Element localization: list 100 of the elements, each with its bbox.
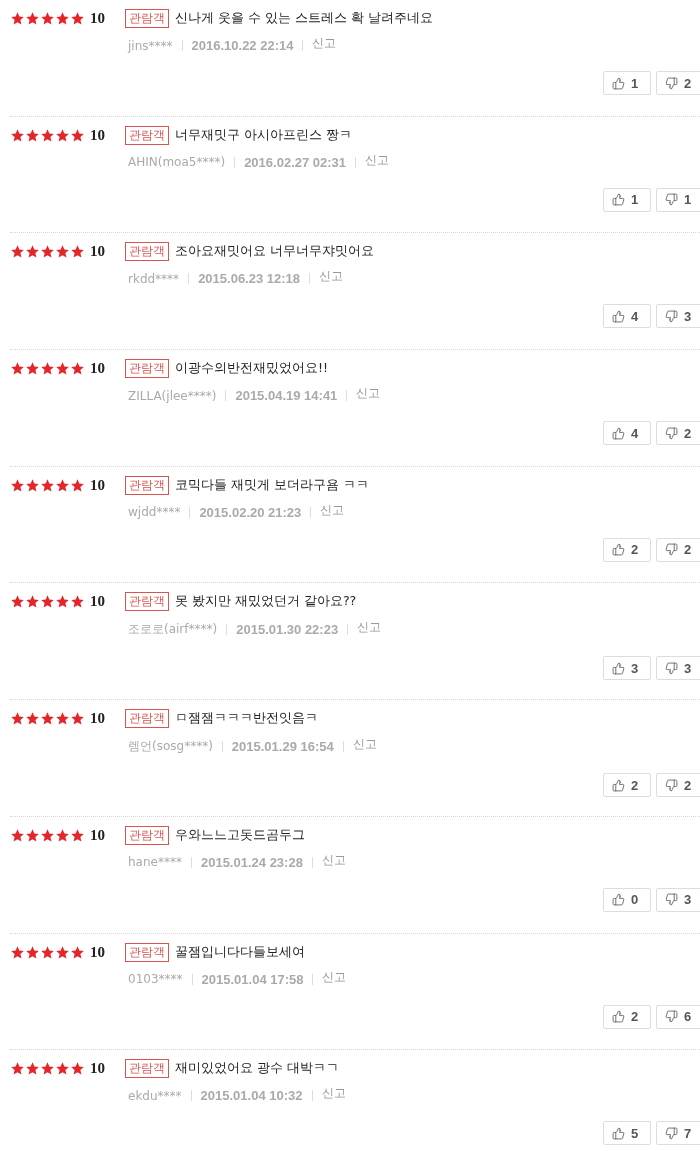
review-text: 코믹다들 재밋게 보더라구욤 ㅋㅋ xyxy=(175,476,369,494)
like-button[interactable]: 2 xyxy=(603,1004,651,1029)
star-icon xyxy=(25,127,40,143)
rating-score: 10 xyxy=(90,1060,106,1078)
viewer-badge: 관람객 xyxy=(125,125,169,145)
thumbs-down-icon xyxy=(665,1010,678,1023)
review-text: 꿀잼입니다다들보세여 xyxy=(175,943,305,961)
thumbs-down-icon xyxy=(665,543,678,557)
like-button[interactable]: 4 xyxy=(603,421,651,446)
star-icon xyxy=(40,827,55,843)
star-icon xyxy=(25,944,40,960)
rating-score: 10 xyxy=(90,126,106,144)
star-icon xyxy=(70,361,85,377)
review-date: 2015.01.29 16:54 xyxy=(231,739,334,755)
thumbs-up-icon xyxy=(612,1126,625,1140)
star-icon xyxy=(55,361,70,377)
star-icon xyxy=(25,477,40,493)
star-icon xyxy=(10,11,25,26)
thumbs-down-icon xyxy=(665,309,678,323)
like-button[interactable]: 5 xyxy=(603,1121,651,1146)
star-icon xyxy=(40,244,55,260)
like-button[interactable]: 4 xyxy=(603,304,651,329)
thumbs-up-icon xyxy=(612,76,625,90)
star-icon xyxy=(70,594,85,610)
star-icon xyxy=(10,477,25,493)
star-icon xyxy=(10,361,25,377)
review-text: 우와느느고돗드곰두그 xyxy=(175,826,305,844)
like-button[interactable]: 2 xyxy=(603,537,651,562)
rating-score: 10 xyxy=(90,243,106,261)
dislike-button[interactable]: 3 xyxy=(656,656,700,681)
viewer-badge: 관람객 xyxy=(125,825,169,845)
thumbs-up-icon xyxy=(612,426,625,440)
star-icon xyxy=(10,711,25,727)
thumbs-down-icon xyxy=(665,893,678,907)
review-text: ㅁ잼잼ㅋㅋㅋ반전잇음ㅋ xyxy=(175,710,318,728)
star-icon xyxy=(10,594,25,610)
rating-score: 10 xyxy=(90,10,106,27)
star-icon xyxy=(40,1061,55,1077)
thumbs-down-icon xyxy=(665,661,678,675)
review-text: 못 봤지만 재밌었던거 같아요?? xyxy=(175,593,357,611)
like-button[interactable]: 1 xyxy=(603,187,651,212)
thumbs-down-icon xyxy=(665,76,678,90)
like-button[interactable]: 0 xyxy=(603,887,651,912)
like-button[interactable]: 3 xyxy=(603,656,651,681)
viewer-badge: 관람객 xyxy=(125,359,169,379)
star-icon xyxy=(40,594,55,610)
star-icon xyxy=(55,127,70,143)
star-icon xyxy=(55,244,70,260)
dislike-button[interactable]: 6 xyxy=(656,1004,700,1029)
review-date: 2015.01.24 23:28 xyxy=(200,854,303,870)
star-icon xyxy=(55,711,70,727)
user-name: rkdd**** xyxy=(128,271,180,286)
thumbs-up-icon xyxy=(612,778,625,792)
user-name: 렘언(sosg****) xyxy=(128,738,213,756)
star-icon xyxy=(25,594,40,610)
dislike-button[interactable]: 1 xyxy=(656,187,700,212)
viewer-badge: 관람객 xyxy=(125,592,169,612)
rating-score: 10 xyxy=(90,593,106,611)
user-name: ZILLA(jlee****) xyxy=(128,388,217,403)
rating-score: 10 xyxy=(90,710,106,728)
viewer-badge: 관람객 xyxy=(125,242,169,262)
like-button[interactable]: 2 xyxy=(603,773,651,798)
review-date: 2015.06.23 12:18 xyxy=(198,271,301,287)
rating-score: 10 xyxy=(90,943,106,961)
thumbs-up-icon xyxy=(612,193,625,207)
review-text: 너무재밋구 아시아프린스 짱ㅋ xyxy=(175,126,352,144)
star-icon xyxy=(55,477,70,493)
review-text: 신나게 웃을 수 있는 스트레스 확 날려주네요 xyxy=(175,10,433,27)
dislike-button[interactable]: 2 xyxy=(656,71,700,95)
star-icon xyxy=(40,361,55,377)
star-icon xyxy=(55,594,70,610)
star-icon xyxy=(70,711,85,727)
dislike-button[interactable]: 7 xyxy=(656,1121,700,1146)
review-text: 이광수의반전재밌었어요!! xyxy=(175,360,329,378)
dislike-button[interactable]: 3 xyxy=(656,887,700,912)
review-date: 2015.01.04 17:58 xyxy=(201,971,304,987)
star-icon xyxy=(55,1061,70,1077)
dislike-button[interactable]: 3 xyxy=(656,304,700,329)
dislike-button[interactable]: 2 xyxy=(656,773,700,798)
user-name: AHIN(moa5****) xyxy=(128,155,226,170)
star-icon xyxy=(70,944,85,960)
star-icon xyxy=(25,244,40,260)
user-name: hane**** xyxy=(128,855,182,870)
star-icon xyxy=(70,827,85,843)
star-icon xyxy=(25,361,40,377)
dislike-button[interactable]: 2 xyxy=(656,421,700,446)
review-date: 2016.02.27 02:31 xyxy=(244,154,347,170)
thumbs-up-icon xyxy=(612,543,625,557)
star-icon xyxy=(10,244,25,260)
thumbs-down-icon xyxy=(665,1126,678,1140)
star-icon xyxy=(10,1061,25,1077)
dislike-button[interactable]: 2 xyxy=(656,537,700,562)
rating-score: 10 xyxy=(90,826,106,844)
like-button[interactable]: 1 xyxy=(603,71,651,95)
star-icon xyxy=(55,944,70,960)
thumbs-up-icon xyxy=(612,893,625,907)
user-name: 조로로(airf****) xyxy=(128,621,218,639)
rating-score: 10 xyxy=(90,360,106,378)
review-text: 조아요재밋어요 너무너무쟈밋어요 xyxy=(175,243,374,261)
star-icon xyxy=(25,11,40,26)
